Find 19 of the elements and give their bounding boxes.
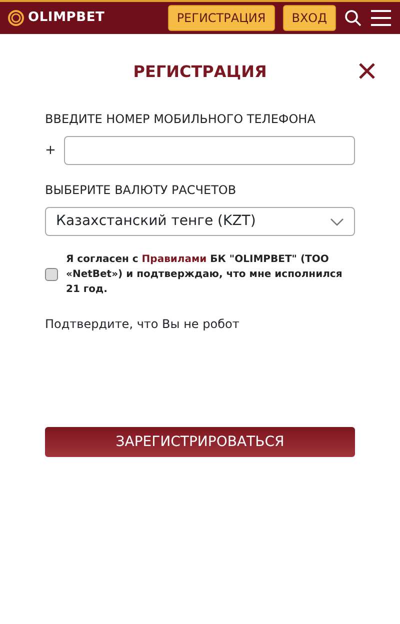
captcha-text: Подтвердите, что Вы не робот bbox=[45, 316, 240, 333]
field-label: ВЫБЕРИТЕ ВАЛЮТУ РАСЧЕТОВ bbox=[45, 182, 238, 199]
menu-icon[interactable] bbox=[370, 9, 392, 27]
register-button[interactable]: РЕГИСТРАЦИЯ bbox=[168, 5, 275, 31]
logo[interactable]: OLIMPBET bbox=[28, 8, 105, 28]
close-icon[interactable] bbox=[359, 63, 375, 79]
field-label: ВВЕДИТЕ НОМЕР МОБИЛЬНОГО ТЕЛЕФОНА bbox=[45, 111, 316, 128]
agreement-text: Я согласен с Правилами БК "OLIMPBET" (ТОО «NetBet») и подтверждаю, что мне исполнился 21 год. bbox=[66, 253, 344, 297]
form-title: РЕГИСТРАЦИЯ bbox=[133, 62, 267, 81]
submit-button[interactable]: ЗАРЕГИСТРИРОВАТЬСЯ bbox=[45, 427, 355, 457]
logo-icon bbox=[8, 10, 24, 26]
chevron-icon bbox=[330, 218, 344, 226]
phone-prefix: + bbox=[45, 142, 56, 160]
phone-input[interactable] bbox=[64, 136, 355, 165]
agree-checkbox[interactable] bbox=[45, 268, 58, 281]
currency-select[interactable]: Казахстанский тенге (KZT) bbox=[45, 207, 355, 236]
login-button[interactable]: ВХОД bbox=[282, 5, 336, 31]
search-icon[interactable] bbox=[344, 9, 362, 27]
rules-link[interactable]: Правилами bbox=[142, 254, 207, 265]
